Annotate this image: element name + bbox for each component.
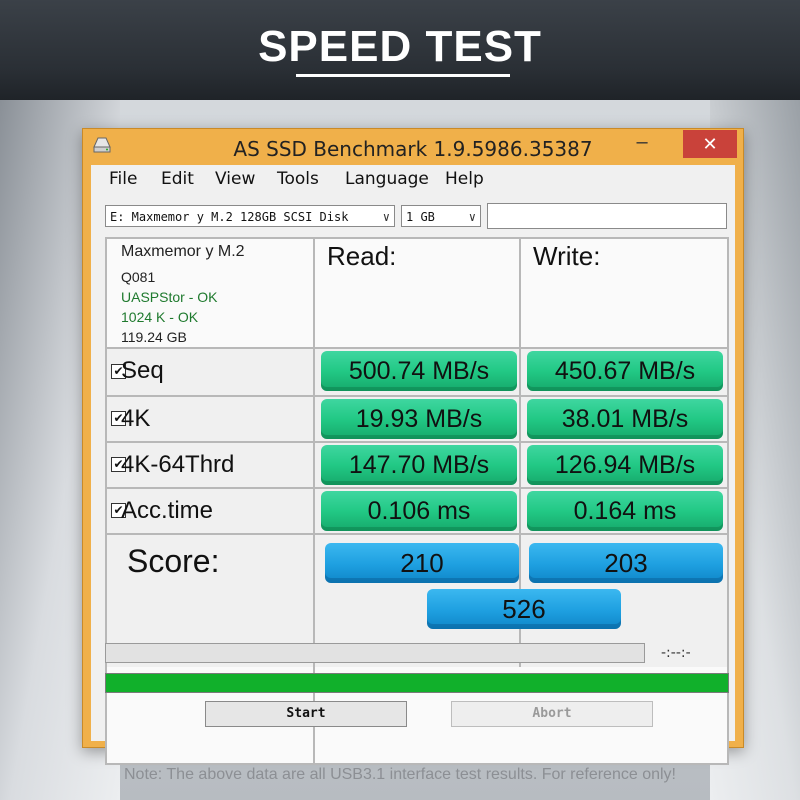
menu-file[interactable]: File [109,169,137,189]
grid-line [105,763,729,765]
write-header: Write: [533,241,601,271]
banner-title: SPEED TEST [258,22,542,71]
score-total-value: 526 [427,589,621,629]
seq-read-value: 500.74 MB/s [321,351,517,391]
close-button[interactable]: ✕ [683,130,737,158]
test-progress-bar [105,643,645,663]
elapsed-time: -:--:- [661,645,691,661]
device-firmware: Q081 [121,269,156,285]
device-name: Maxmemor y M.2 [121,243,245,260]
4k-write-value: 38.01 MB/s [527,399,723,439]
acctime-read-value: 0.106 ms [321,491,517,531]
grid-line [105,441,729,443]
alignment-status: 1024 K - OK [121,309,199,325]
size-select[interactable]: 1 GB ∨ [401,205,481,227]
acctime-write-value: 0.164 ms [527,491,723,531]
minimize-button[interactable]: – [619,131,665,157]
header-banner: SPEED TEST [0,0,800,100]
menu-tools[interactable]: Tools [277,169,319,189]
score-label: Score: [127,543,220,579]
score-read-value: 210 [325,543,519,583]
overall-progress-bar [105,673,729,693]
chevron-down-icon: ∨ [468,210,476,224]
benchmark-window: AS SSD Benchmark 1.9.5986.35387 – ✕ File… [82,128,744,765]
menu-edit[interactable]: Edit [161,169,194,189]
banner-underline [296,74,510,77]
4k64-read-value: 147.70 MB/s [321,445,517,485]
read-header: Read: [327,241,397,271]
row-label-acctime: Acc.time [121,497,214,524]
menu-help[interactable]: Help [445,169,484,189]
grid-line [105,533,729,535]
driver-status: UASPStor - OK [121,289,218,305]
4k-read-value: 19.93 MB/s [321,399,517,439]
grid-line [105,347,729,349]
row-label-4k: 4K [121,405,151,432]
footer-note: Note: The above data are all USB3.1 inte… [124,766,676,783]
row-label-seq: Seq [121,357,164,384]
menu-language[interactable]: Language [345,169,429,189]
grid-line [105,395,729,397]
seq-write-value: 450.67 MB/s [527,351,723,391]
drive-select-value: E: Maxmemor y M.2 128GB SCSI Disk [110,210,349,224]
chevron-down-icon: ∨ [382,210,390,224]
row-label-4k64: 4K-64Thrd [121,451,235,478]
size-select-value: 1 GB [406,210,435,224]
menu-view[interactable]: View [215,169,255,189]
info-text-field[interactable] [487,203,727,229]
drive-select[interactable]: E: Maxmemor y M.2 128GB SCSI Disk ∨ [105,205,395,227]
score-write-value: 203 [529,543,723,583]
grid-line [105,487,729,489]
window-client-area: File Edit View Tools Language Help E: Ma… [91,165,735,765]
overall-progress-fill [106,674,728,692]
abort-button[interactable]: Abort [451,701,653,727]
start-button[interactable]: Start [205,701,407,727]
grid-line [105,237,729,239]
menu-bar: File Edit View Tools Language Help [91,165,735,191]
device-capacity: 119.24 GB [121,329,187,345]
4k64-write-value: 126.94 MB/s [527,445,723,485]
